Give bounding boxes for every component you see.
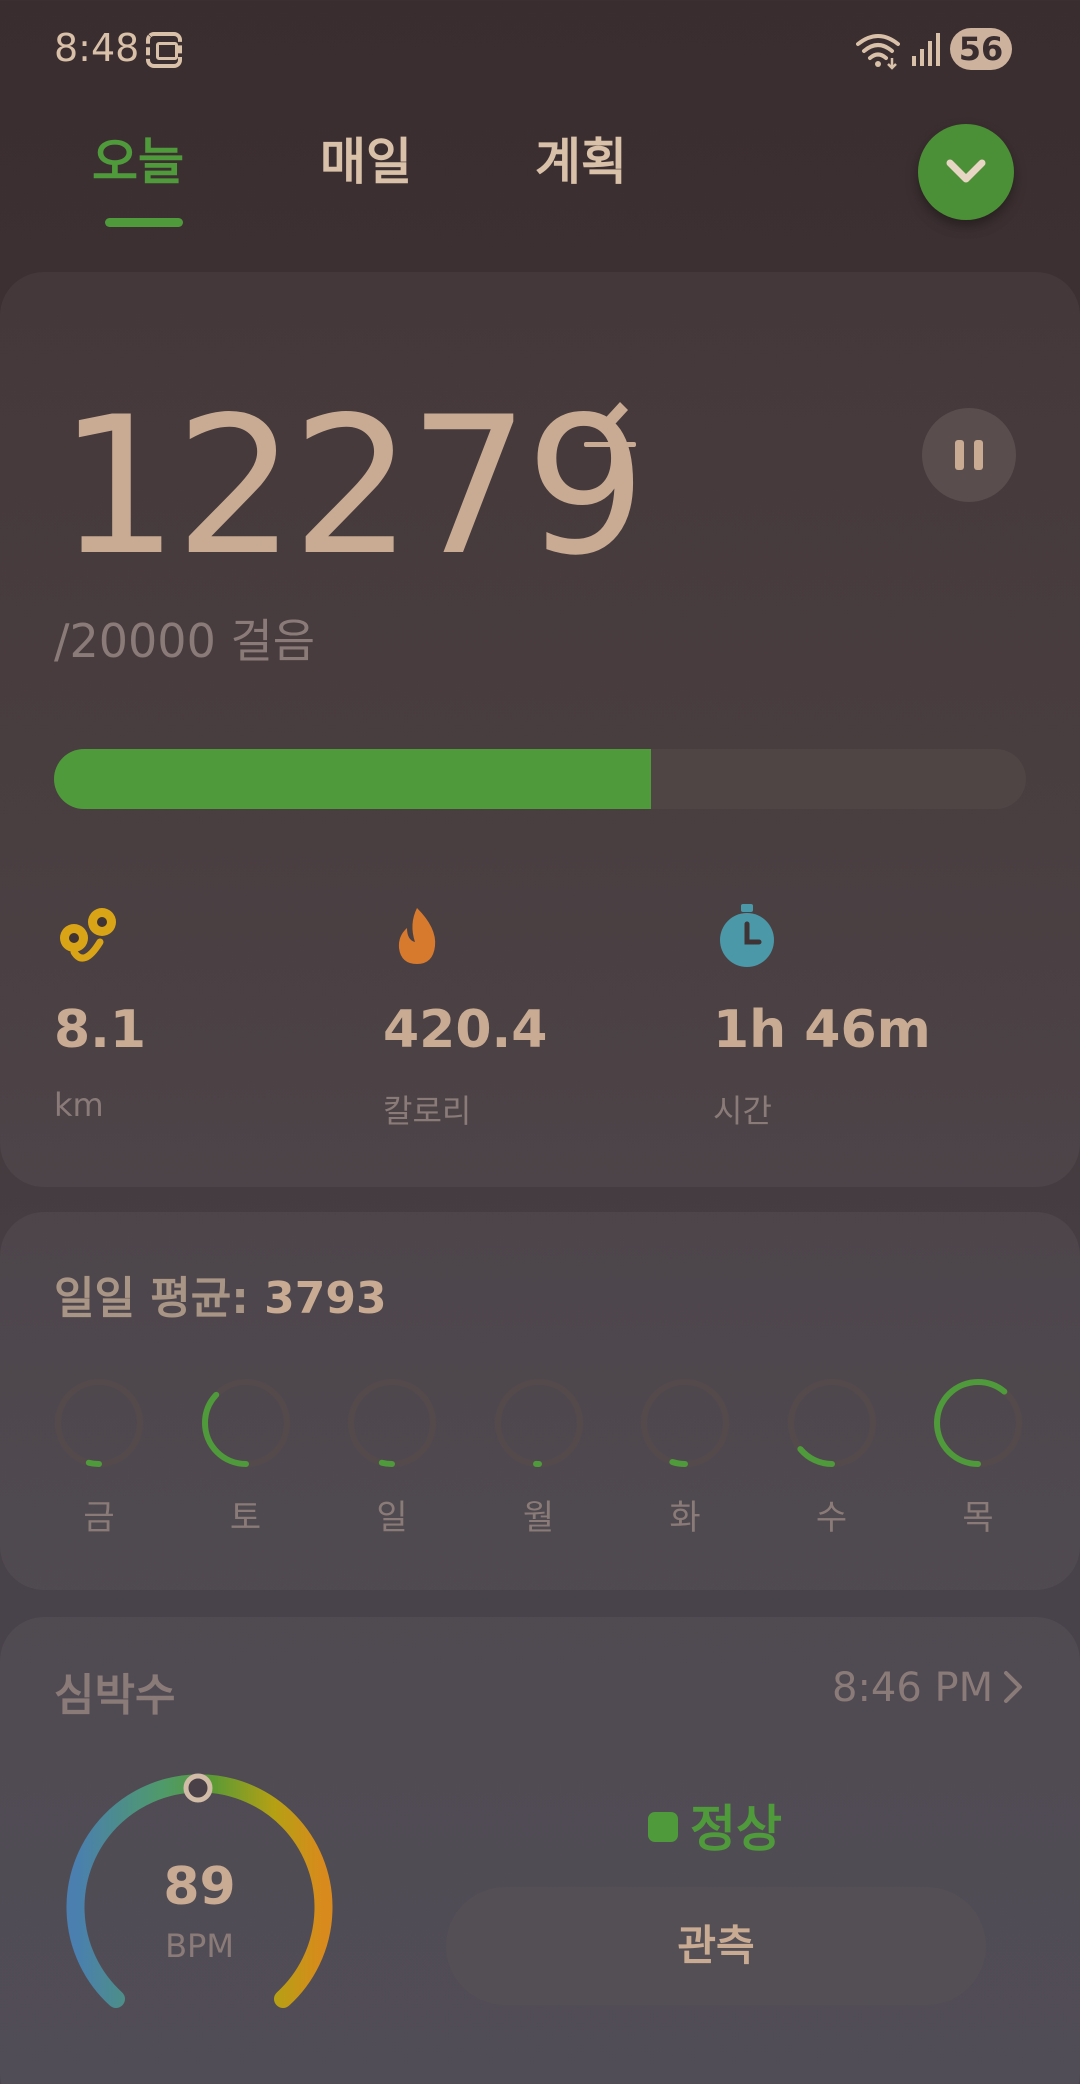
day-label: 일	[376, 1498, 408, 1538]
distance-icon	[60, 908, 116, 962]
stat-distance-label: km	[54, 1086, 104, 1124]
heart-rate-card[interactable]: 심박수 8:46 PM 89 BPM 정상 관측	[0, 1617, 1080, 2084]
edit-icon[interactable]	[580, 394, 640, 454]
battery-indicator: 56	[950, 28, 1012, 70]
daily-average-value: 3793	[264, 1273, 387, 1324]
measure-button[interactable]: 관측	[446, 1887, 986, 2005]
day-ring: 월	[494, 1378, 584, 1538]
heart-rate-time[interactable]: 8:46 PM	[832, 1665, 993, 1711]
heart-rate-title: 심박수	[54, 1670, 176, 1721]
day-label: 토	[229, 1498, 262, 1538]
day-ring-icon	[494, 1379, 583, 1467]
status-dot	[648, 1812, 678, 1842]
collapse-button[interactable]	[918, 124, 1014, 220]
signal-icon	[912, 33, 940, 66]
status-time: 8:48	[54, 26, 140, 70]
pause-button[interactable]	[922, 408, 1016, 502]
steps-progress-bar	[54, 749, 1026, 809]
stat-distance-value: 8.1	[54, 1000, 147, 1060]
day-label: 월	[522, 1498, 555, 1538]
tab-daily[interactable]: 매일	[320, 122, 412, 194]
wifi-icon	[856, 34, 900, 70]
day-label: 금	[83, 1498, 115, 1538]
flame-icon	[398, 908, 436, 964]
day-label: 목	[962, 1498, 994, 1538]
day-label: 화	[669, 1498, 701, 1538]
stat-time-label: 시간	[713, 1092, 772, 1130]
day-ring-icon	[787, 1379, 876, 1467]
screenshot-icon	[146, 32, 182, 68]
day-ring: 수	[787, 1378, 877, 1538]
stat-time-value: 1h 46m	[713, 1000, 931, 1060]
tab-bar: 오늘 매일 계획	[0, 110, 1080, 240]
stat-calories-label: 칼로리	[383, 1092, 472, 1130]
tab-today[interactable]: 오늘	[92, 122, 184, 194]
day-ring-icon	[348, 1379, 436, 1467]
heart-rate-status-label: 정상	[690, 1800, 782, 1858]
steps-progress-fill	[54, 749, 651, 809]
day-ring: 일	[347, 1378, 437, 1538]
heart-rate-status: 정상	[648, 1789, 782, 1861]
chevron-right-icon[interactable]	[1000, 1669, 1028, 1705]
bpm-unit: BPM	[165, 1927, 234, 1965]
day-ring-icon	[641, 1379, 729, 1467]
gauge-marker	[183, 1773, 213, 1803]
day-ring: 화	[640, 1378, 730, 1538]
daily-average-card[interactable]: 일일 평균: 3793 금 토 일 월 화 수 목	[0, 1212, 1080, 1590]
day-ring-icon	[55, 1379, 143, 1467]
day-label: 수	[815, 1498, 848, 1538]
steps-goal: /20000 걸음	[54, 614, 316, 668]
daily-average-label: 일일 평균:	[54, 1273, 265, 1324]
steps-count: 12279	[58, 376, 646, 597]
tab-plan[interactable]: 계획	[535, 122, 627, 194]
status-bar: 8:48 56	[0, 0, 1080, 100]
day-ring-icon	[934, 1379, 1022, 1467]
stopwatch-icon	[720, 904, 774, 967]
steps-card[interactable]: 12279 /20000 걸음 8.1 km 420.4 칼로리 1h 46m	[0, 272, 1080, 1187]
tab-underline	[105, 218, 183, 227]
stat-calories-value: 420.4	[383, 1000, 548, 1060]
chevron-down-icon	[946, 159, 986, 183]
day-ring: 토	[201, 1378, 291, 1538]
daily-average-title: 일일 평균: 3793	[54, 1262, 387, 1326]
day-ring: 금	[54, 1378, 144, 1538]
day-ring: 목	[933, 1378, 1023, 1538]
bpm-value: 89	[163, 1857, 236, 1917]
day-ring-icon	[201, 1379, 290, 1467]
